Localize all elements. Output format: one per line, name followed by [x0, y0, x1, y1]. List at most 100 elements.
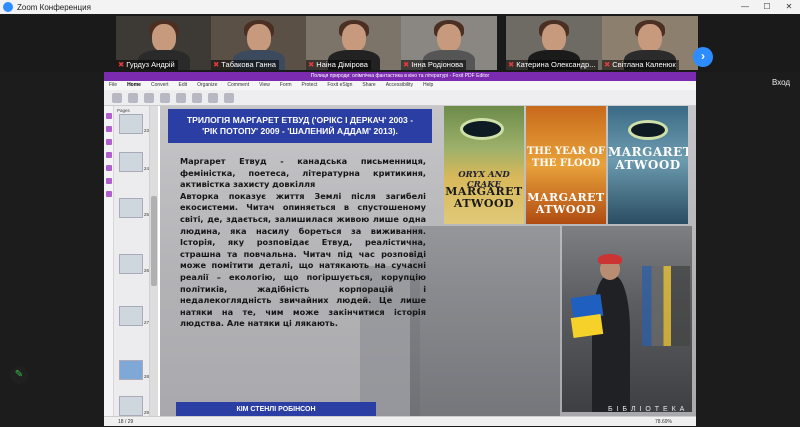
participant-tile[interactable]: ✖ Катерина Олександр... [506, 16, 602, 70]
participant-name: ✖ Наіна Дімірова [306, 60, 371, 70]
mic-muted-icon: ✖ [213, 60, 220, 69]
pdf-ribbon [104, 90, 696, 106]
participant-face [437, 24, 461, 52]
page-thumbnails: Pages 23 24 25 26 27 28 29 [114, 106, 150, 426]
page-number: 23 [144, 128, 150, 133]
ribbon-tool-icon[interactable] [144, 93, 154, 103]
participant-tile[interactable]: ✖ Світлана Каленюк [602, 16, 698, 70]
ribbon-tool-icon[interactable] [112, 93, 122, 103]
attachment-icon[interactable] [105, 165, 112, 171]
menu-form[interactable]: Form [275, 81, 297, 90]
participant-name: ✖ Катерина Олександр... [506, 60, 599, 70]
book-cover: ORYX AND CRAKE MARGARET ATWOOD [444, 106, 524, 224]
page-thumbnail[interactable] [119, 198, 143, 218]
slide-title-line1: ТРИЛОГІЯ МАРГАРЕТ ЕТВУД ('ОРІКС І ДЕРКАЧ… [186, 115, 414, 125]
page-number: 26 [144, 268, 150, 273]
slide-title: ТРИЛОГІЯ МАРГАРЕТ ЕТВУД ('ОРІКС І ДЕРКАЧ… [168, 109, 432, 143]
mic-muted-icon: ✖ [118, 60, 125, 69]
ukraine-flag-yellow [570, 314, 604, 338]
menu-view[interactable]: View [254, 81, 275, 90]
page-thumbnail[interactable] [119, 114, 143, 134]
side-label: Вход [772, 78, 791, 87]
maximize-button[interactable]: ☐ [756, 0, 778, 14]
mic-muted-icon: ✖ [403, 60, 410, 69]
ribbon-tool-icon[interactable] [160, 93, 170, 103]
participant-face [152, 24, 176, 52]
page-number: 27 [144, 320, 150, 325]
shared-screen: Полиця природи: олімпічна фантастика в к… [104, 72, 696, 426]
book-title: THE YEAR OF THE FLOOD [526, 146, 606, 169]
menu-home[interactable]: Home [122, 81, 146, 90]
book-covers: ORYX AND CRAKE MARGARET ATWOOD THE YEAR … [444, 106, 688, 224]
slide-paragraph: Маргарет Етвуд - канадська письменниця, … [180, 156, 426, 190]
book-author: MARGARET ATWOOD [445, 185, 523, 210]
photo-person-hat [598, 254, 622, 264]
page-number: 28 [144, 374, 150, 379]
annotate-pen-icon[interactable]: ✎ [10, 366, 28, 384]
participant-face [247, 24, 271, 52]
pdf-status-bar: 18 / 29 78.69% [104, 416, 696, 426]
book-author: MARGARET ATWOOD [527, 191, 605, 216]
slide-paragraph: Авторка показує життя Землі після загибе… [180, 190, 426, 329]
menu-edit[interactable]: Edit [173, 81, 192, 90]
menu-convert[interactable]: Convert [146, 81, 174, 90]
page-thumbnail[interactable] [119, 306, 143, 326]
ribbon-tool-icon[interactable] [176, 93, 186, 103]
thumbnail-scrollbar[interactable] [150, 106, 158, 416]
scrollbar-knob[interactable] [151, 196, 157, 286]
menu-foxit-esign[interactable]: Foxit eSign [322, 81, 357, 90]
close-button[interactable]: ✕ [778, 0, 800, 14]
participant-tile[interactable]: ✖ Табакова Ганна [211, 16, 307, 70]
menu-help[interactable]: Help [418, 81, 438, 90]
ribbon-tool-icon[interactable] [224, 93, 234, 103]
participant-tile[interactable]: ✖ Інна Родіонова [401, 16, 497, 70]
next-participants-icon[interactable]: › [693, 47, 713, 67]
bookmark-icon[interactable] [105, 126, 112, 132]
ribbon-tool-icon[interactable] [128, 93, 138, 103]
slide-body-text: Маргарет Етвуд - канадська письменниця, … [180, 156, 426, 330]
eye-illustration [628, 120, 668, 140]
participant-tile[interactable]: ✖ Наіна Дімірова [306, 16, 402, 70]
participant-tile[interactable]: ✖ Гурдуз Андрій [116, 16, 212, 70]
ribbon-tool-icon[interactable] [192, 93, 202, 103]
participant-face [638, 24, 662, 52]
mic-muted-icon: ✖ [308, 60, 315, 69]
eye-illustration [460, 118, 504, 140]
participant-name: ✖ Табакова Ганна [211, 60, 279, 70]
pdf-window-title: Полиця природи: олімпічна фантастика в к… [104, 72, 696, 81]
menu-accessibility[interactable]: Accessibility [381, 81, 418, 90]
menu-comment[interactable]: Comment [222, 81, 254, 90]
page-thumbnail[interactable] [119, 254, 143, 274]
pdf-slide-page: ТРИЛОГІЯ МАРГАРЕТ ЕТВУД ('ОРІКС І ДЕРКАЧ… [160, 106, 696, 416]
participants-strip: ✖ Гурдуз Андрій ✖ Табакова Ганна ✖ Наіна Ді… [0, 14, 800, 72]
menu-protect[interactable]: Protect [297, 81, 323, 90]
participant-face [542, 24, 566, 52]
page-thumbnail-selected[interactable] [119, 360, 143, 380]
page-thumbnail[interactable] [119, 152, 143, 172]
ribbon-tool-icon[interactable] [208, 93, 218, 103]
signature-icon[interactable] [105, 191, 112, 197]
pages-icon[interactable] [105, 139, 112, 145]
book-author: MARGARET ATWOOD [608, 145, 688, 172]
zoom-logo-icon [3, 2, 13, 12]
menu-file[interactable]: File [104, 81, 122, 90]
mic-muted-icon: ✖ [508, 60, 515, 69]
participant-name: ✖ Інна Родіонова [401, 60, 467, 70]
minimize-button[interactable]: — [734, 0, 756, 14]
page-number: 29 [144, 410, 150, 415]
participant-name: ✖ Гурдуз Андрій [116, 60, 178, 70]
page-number: 24 [144, 166, 150, 171]
book-cover: MARGARET ATWOOD [608, 106, 688, 224]
page-number: 25 [144, 212, 150, 217]
comment-icon[interactable] [105, 178, 112, 184]
menu-share[interactable]: Share [357, 81, 380, 90]
slide-title-line2: 'РІК ПОТОПУ' 2009 - 'ШАЛЕНИЙ АДДАМ' 2013… [202, 126, 398, 136]
mic-muted-icon: ✖ [604, 60, 611, 69]
menu-organize[interactable]: Organize [192, 81, 222, 90]
layers-icon[interactable] [105, 152, 112, 158]
page-thumbnail[interactable] [119, 396, 143, 416]
photo-crowd [642, 266, 690, 346]
next-section-heading: КІМ СТЕНЛІ РОБІНСОН [176, 402, 376, 416]
photo-author-with-flag [562, 226, 692, 412]
hand-tool-icon[interactable] [105, 113, 112, 119]
